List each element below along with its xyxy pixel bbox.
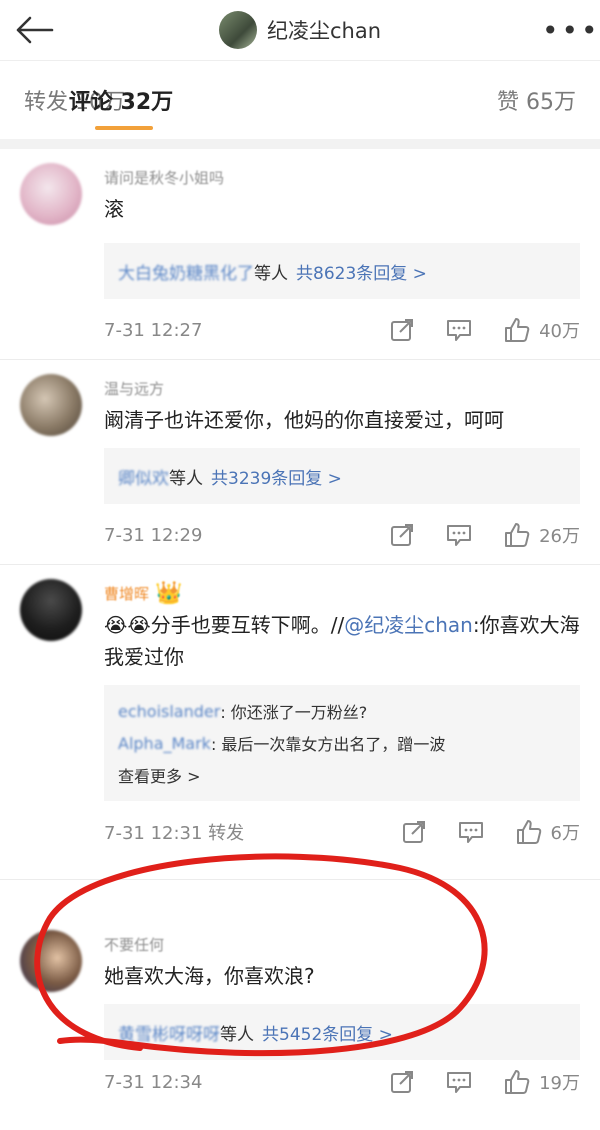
comment-text: 滚 bbox=[104, 197, 124, 221]
comment-footer: 7-31 12:34 19万 bbox=[104, 1060, 580, 1104]
reply-summary[interactable]: 黄雪彬呀呀呀 等人 共5452条回复 > bbox=[104, 1004, 580, 1060]
sub-reply-user[interactable]: echoislander bbox=[118, 702, 220, 721]
comment-username[interactable]: 不要任何 bbox=[104, 930, 580, 958]
sub-reply-user[interactable]: Alpha_Mark bbox=[118, 734, 211, 753]
view-more-link[interactable]: 查看更多 > bbox=[118, 759, 566, 791]
comment-icon bbox=[457, 819, 485, 845]
like-button[interactable]: 19万 bbox=[503, 1068, 580, 1096]
tab-bar: 转发 10万 评论 32万 赞 65万 bbox=[0, 61, 600, 149]
reply-suffix: 等人 bbox=[254, 263, 288, 284]
mention-link[interactable]: @纪凌尘chan bbox=[344, 613, 473, 637]
like-button[interactable]: 40万 bbox=[503, 316, 580, 344]
comment-item: 请问是秋冬小姐吗 滚 大白兔奶糖黑化了 等人 共8623条回复 > 7-31 1… bbox=[0, 149, 600, 360]
page-title: 纪凌尘chan bbox=[266, 19, 382, 43]
reply-button[interactable] bbox=[445, 317, 473, 343]
reply-button[interactable] bbox=[457, 819, 485, 845]
avatar[interactable] bbox=[218, 11, 257, 49]
reply-user[interactable]: 卿似欢 bbox=[118, 464, 169, 489]
reply-suffix: 等人 bbox=[220, 1024, 254, 1045]
comment-item: 温与远方 阚清子也许还爱你，他妈的你直接爱过，呵呵 卿似欢 等人 共3239条回… bbox=[0, 360, 600, 565]
reply-suffix: 等人 bbox=[169, 468, 203, 489]
back-button[interactable] bbox=[14, 8, 58, 52]
back-arrow-icon bbox=[14, 15, 54, 45]
sub-replies: echoislander: 你还涨了一万粉丝? Alpha_Mark: 最后一次… bbox=[104, 685, 580, 801]
reply-user[interactable]: 大白兔奶糖黑化了 bbox=[118, 259, 254, 284]
like-count: 26万 bbox=[539, 526, 580, 547]
like-button[interactable]: 26万 bbox=[503, 521, 580, 549]
repost-button[interactable] bbox=[401, 819, 427, 845]
comment-footer: 7-31 12:29 26万 bbox=[104, 504, 580, 566]
like-count: 6万 bbox=[550, 823, 580, 844]
comment-text: 她喜欢大海，你喜欢浪? bbox=[104, 964, 315, 988]
comment-text: 阚清子也许还爱你，他妈的你直接爱过，呵呵 bbox=[104, 408, 504, 432]
repost-button[interactable] bbox=[389, 317, 415, 343]
tab-likes[interactable]: 赞 65万 bbox=[497, 84, 576, 116]
comment-text: 😭😭分手也要互转下啊。//@纪凌尘chan:你喜欢大海 我爱过你 bbox=[104, 609, 580, 673]
comment-icon bbox=[445, 522, 473, 548]
header-title-group[interactable]: 纪凌尘chan bbox=[218, 11, 382, 49]
tab-comments[interactable]: 评论 32万 bbox=[69, 84, 173, 130]
repost-icon bbox=[389, 1069, 415, 1095]
reply-user[interactable]: 黄雪彬呀呀呀 bbox=[118, 1020, 220, 1045]
comment-time: 7-31 12:29 bbox=[104, 524, 203, 546]
comment-text-prefix: 分手也要互转下啊。// bbox=[150, 613, 345, 637]
like-button[interactable]: 6万 bbox=[515, 818, 580, 846]
avatar[interactable] bbox=[20, 163, 82, 225]
username-text[interactable]: 曹增晖 bbox=[104, 583, 149, 604]
comment-item: 不要任何 她喜欢大海，你喜欢浪? 黄雪彬呀呀呀 等人 共5452条回复 > 7-… bbox=[0, 880, 600, 1130]
like-count: 19万 bbox=[539, 1073, 580, 1094]
repost-icon bbox=[401, 819, 427, 845]
comment-icon bbox=[445, 1069, 473, 1095]
avatar[interactable] bbox=[20, 374, 82, 436]
more-menu-icon[interactable]: ••• bbox=[542, 14, 598, 47]
reply-summary[interactable]: 卿似欢 等人 共3239条回复 > bbox=[104, 448, 580, 504]
sub-reply-text: : 你还涨了一万粉丝? bbox=[220, 703, 368, 722]
reply-button[interactable] bbox=[445, 522, 473, 548]
comment-footer: 7-31 12:27 40万 bbox=[104, 299, 580, 361]
thumbs-up-icon bbox=[503, 316, 531, 344]
comment-username[interactable]: 请问是秋冬小姐吗 bbox=[104, 163, 580, 191]
comment-time: 7-31 12:34 bbox=[104, 1071, 203, 1093]
repost-icon bbox=[389, 522, 415, 548]
avatar[interactable] bbox=[20, 930, 82, 992]
thumbs-up-icon bbox=[503, 1068, 531, 1096]
reply-count-link[interactable]: 共8623条回复 > bbox=[296, 259, 427, 284]
reply-summary[interactable]: 大白兔奶糖黑化了 等人 共8623条回复 > bbox=[104, 243, 580, 299]
reply-count-link[interactable]: 共3239条回复 > bbox=[211, 464, 342, 489]
comment-footer: 7-31 12:31 转发 6万 bbox=[104, 801, 580, 863]
crown-icon: 👑 bbox=[155, 580, 183, 606]
thumbs-up-icon bbox=[503, 521, 531, 549]
comment-username[interactable]: 温与远方 bbox=[104, 374, 580, 402]
comment-time: 7-31 12:31 转发 bbox=[104, 823, 245, 844]
like-count: 40万 bbox=[539, 321, 580, 342]
reply-count-link[interactable]: 共5452条回复 > bbox=[262, 1020, 393, 1045]
thumbs-up-icon bbox=[515, 818, 543, 846]
comment-icon bbox=[445, 317, 473, 343]
comment-time: 7-31 12:27 bbox=[104, 319, 203, 341]
repost-button[interactable] bbox=[389, 1069, 415, 1095]
sub-reply[interactable]: Alpha_Mark: 最后一次靠女方出名了，蹭一波 bbox=[118, 727, 566, 759]
sub-reply[interactable]: echoislander: 你还涨了一万粉丝? bbox=[118, 695, 566, 727]
top-bar: 纪凌尘chan ••• bbox=[0, 0, 600, 61]
comment-username[interactable]: 曹增晖 👑 bbox=[104, 579, 580, 607]
reply-button[interactable] bbox=[445, 1069, 473, 1095]
crying-emoji-icon: 😭😭 bbox=[104, 613, 151, 637]
sub-reply-text: : 最后一次靠女方出名了，蹭一波 bbox=[210, 735, 446, 754]
avatar[interactable] bbox=[20, 579, 82, 641]
repost-button[interactable] bbox=[389, 522, 415, 548]
comment-item: 曹增晖 👑 😭😭分手也要互转下啊。//@纪凌尘chan:你喜欢大海 我爱过你 e… bbox=[0, 565, 600, 880]
repost-icon bbox=[389, 317, 415, 343]
